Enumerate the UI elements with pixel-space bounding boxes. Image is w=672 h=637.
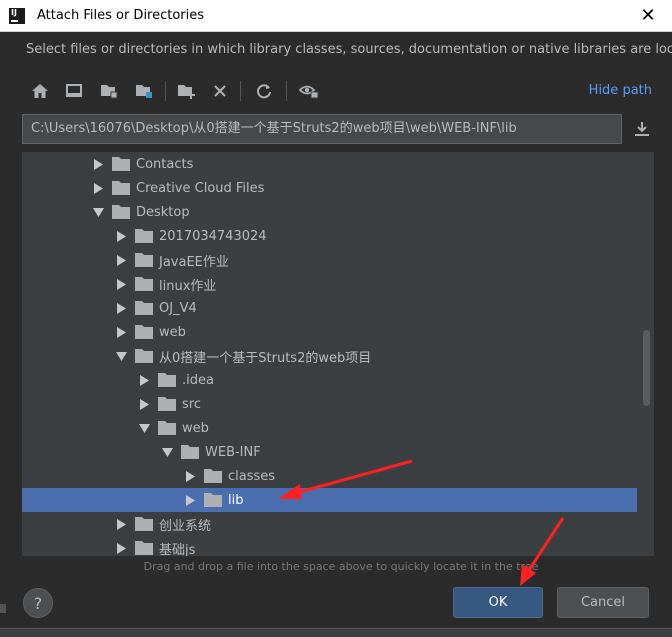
toolbar-separator bbox=[165, 81, 166, 101]
window-edge-mark bbox=[0, 604, 6, 613]
expanded-arrow-icon[interactable] bbox=[138, 422, 150, 434]
new-folder-icon[interactable] bbox=[174, 79, 198, 103]
path-row: C:\Users\16076\Desktop\从0搭建一个基于Struts2的w… bbox=[22, 114, 654, 144]
tree-item-label: Contacts bbox=[136, 156, 194, 172]
path-input[interactable]: C:\Users\16076\Desktop\从0搭建一个基于Struts2的w… bbox=[22, 114, 622, 144]
collapsed-arrow-icon[interactable] bbox=[115, 254, 127, 266]
dialog-description: Select files or directories in which lib… bbox=[26, 42, 672, 57]
tree-row[interactable]: WEB-INF bbox=[22, 440, 637, 464]
folder-icon bbox=[135, 349, 153, 363]
delete-icon[interactable] bbox=[208, 79, 232, 103]
tree-item-label: web bbox=[182, 420, 209, 436]
download-icon[interactable] bbox=[630, 117, 654, 141]
hide-path-link[interactable]: Hide path bbox=[589, 83, 652, 98]
expanded-arrow-icon[interactable] bbox=[92, 206, 104, 218]
tree-row[interactable]: Creative Cloud Files bbox=[22, 176, 637, 200]
tree-row[interactable]: Desktop bbox=[22, 200, 637, 224]
tree-item-label: src bbox=[182, 396, 201, 412]
refresh-icon[interactable] bbox=[252, 79, 276, 103]
tree-row[interactable]: 从0搭建一个基于Struts2的web项目 bbox=[22, 344, 637, 368]
collapsed-arrow-icon[interactable] bbox=[115, 302, 127, 314]
folder-icon bbox=[158, 373, 176, 387]
tree-row[interactable]: lib bbox=[22, 488, 637, 512]
tree-row[interactable]: 2017034743024 bbox=[22, 224, 637, 248]
tree-row[interactable]: src bbox=[22, 392, 637, 416]
folder-icon bbox=[135, 325, 153, 339]
close-icon[interactable]: ✕ bbox=[638, 6, 658, 26]
collapsed-arrow-icon[interactable] bbox=[92, 158, 104, 170]
expanded-arrow-icon[interactable] bbox=[115, 350, 127, 362]
folder-icon bbox=[112, 205, 130, 219]
toolbar-separator bbox=[240, 81, 241, 101]
folder-icon bbox=[158, 421, 176, 435]
toolbar-separator bbox=[286, 81, 287, 101]
folder-icon bbox=[204, 469, 222, 483]
tree-row[interactable]: web bbox=[22, 320, 637, 344]
tree-item-label: web bbox=[159, 324, 186, 340]
desktop-icon[interactable] bbox=[62, 79, 86, 103]
tree-row[interactable]: 创业系统 bbox=[22, 512, 637, 536]
collapsed-arrow-icon[interactable] bbox=[184, 470, 196, 482]
file-tree[interactable]: Contacts Creative Cloud Files Desktop 20170… bbox=[22, 152, 654, 556]
window-title: Attach Files or Directories bbox=[37, 8, 205, 23]
folder-icon bbox=[135, 301, 153, 315]
cancel-button[interactable]: Cancel bbox=[557, 587, 649, 618]
ok-button[interactable]: OK bbox=[453, 587, 543, 618]
tree-item-label: 2017034743024 bbox=[159, 228, 267, 244]
folder-icon bbox=[135, 277, 153, 291]
folder-icon bbox=[135, 517, 153, 531]
collapsed-arrow-icon[interactable] bbox=[138, 374, 150, 386]
tree-row[interactable]: OJ_V4 bbox=[22, 296, 637, 320]
tree-item-label: JavaEE作业 bbox=[159, 254, 229, 270]
tree-item-label: classes bbox=[228, 468, 276, 484]
help-button[interactable]: ? bbox=[23, 588, 53, 618]
folder-icon bbox=[181, 445, 199, 459]
window-bottom-edge bbox=[0, 628, 672, 637]
folder-icon bbox=[135, 253, 153, 267]
file-chooser-toolbar: Hide path bbox=[22, 76, 654, 106]
tree-scrollbar-thumb[interactable] bbox=[643, 330, 650, 406]
collapsed-arrow-icon[interactable] bbox=[115, 542, 127, 554]
folder-icon bbox=[135, 229, 153, 243]
intellij-app-icon bbox=[9, 7, 25, 24]
tree-item-label: linux作业 bbox=[159, 278, 217, 294]
collapsed-arrow-icon[interactable] bbox=[115, 230, 127, 242]
expanded-arrow-icon[interactable] bbox=[161, 446, 173, 458]
tree-row[interactable]: Contacts bbox=[22, 152, 637, 176]
folder-icon bbox=[112, 157, 130, 171]
tree-row[interactable]: linux作业 bbox=[22, 272, 637, 296]
tree-item-label: Desktop bbox=[136, 204, 190, 220]
tree-item-label: 从0搭建一个基于Struts2的web项目 bbox=[159, 350, 372, 366]
collapsed-arrow-icon[interactable] bbox=[115, 326, 127, 338]
folder-icon bbox=[135, 541, 153, 555]
drag-drop-hint: Drag and drop a file into the space abov… bbox=[143, 560, 539, 573]
show-hidden-icon[interactable] bbox=[297, 79, 321, 103]
collapsed-arrow-icon[interactable] bbox=[138, 398, 150, 410]
tree-item-label: 基础js bbox=[159, 542, 196, 557]
collapsed-arrow-icon[interactable] bbox=[115, 278, 127, 290]
project-folder-icon[interactable] bbox=[97, 79, 121, 103]
folder-icon bbox=[204, 493, 222, 507]
tree-item-label: OJ_V4 bbox=[159, 300, 197, 316]
folder-icon bbox=[112, 181, 130, 195]
tree-scrollbar[interactable] bbox=[640, 152, 652, 556]
folder-icon bbox=[158, 397, 176, 411]
collapsed-arrow-icon[interactable] bbox=[184, 494, 196, 506]
tree-item-label: 创业系统 bbox=[159, 518, 212, 534]
tree-item-label: lib bbox=[228, 492, 244, 508]
tree-row[interactable]: JavaEE作业 bbox=[22, 248, 637, 272]
home-icon[interactable] bbox=[28, 79, 52, 103]
module-folder-icon[interactable] bbox=[132, 79, 156, 103]
tree-row[interactable]: classes bbox=[22, 464, 637, 488]
tree-row[interactable]: 基础js bbox=[22, 536, 637, 556]
collapsed-arrow-icon[interactable] bbox=[115, 518, 127, 530]
tree-item-label: WEB-INF bbox=[205, 444, 261, 460]
tree-item-label: .idea bbox=[182, 372, 214, 388]
tree-row[interactable]: web bbox=[22, 416, 637, 440]
tree-row[interactable]: .idea bbox=[22, 368, 637, 392]
title-bar: Attach Files or Directories ✕ bbox=[0, 0, 672, 32]
tree-item-label: Creative Cloud Files bbox=[136, 180, 265, 196]
collapsed-arrow-icon[interactable] bbox=[92, 182, 104, 194]
